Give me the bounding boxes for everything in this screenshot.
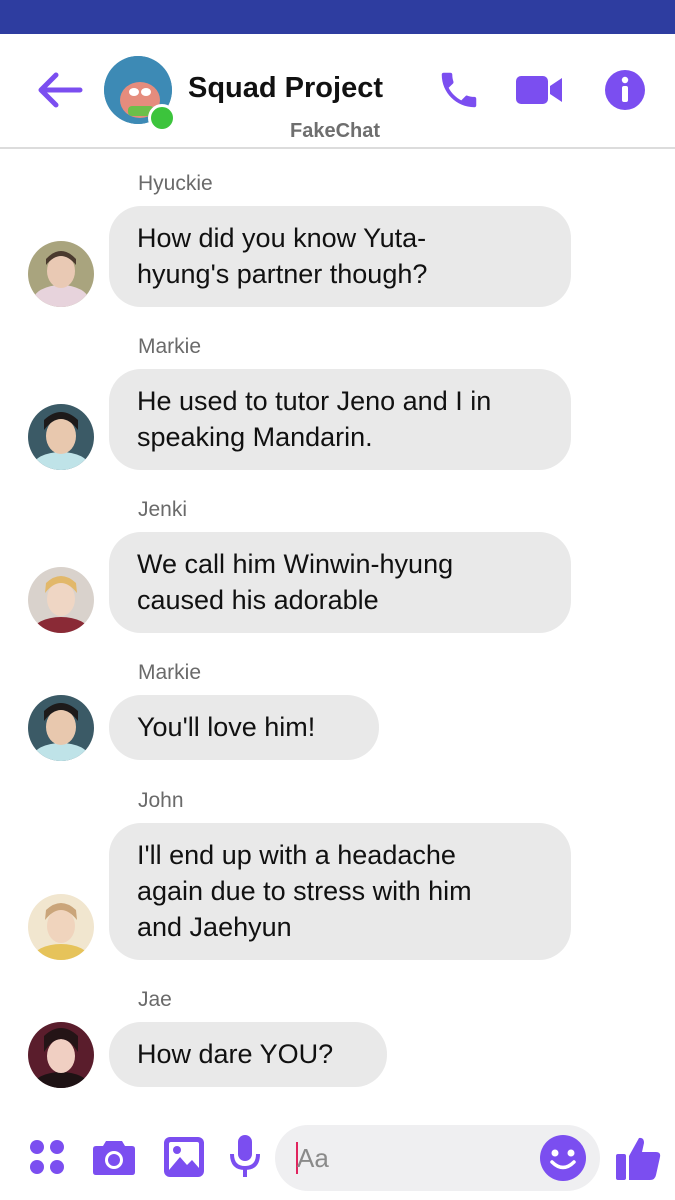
- status-bar: [0, 0, 675, 34]
- image-icon[interactable]: [163, 1136, 205, 1178]
- camera-icon[interactable]: [92, 1138, 136, 1176]
- microphone-icon[interactable]: [229, 1134, 261, 1180]
- online-status-dot: [148, 104, 176, 132]
- sender-name: John: [138, 789, 184, 812]
- chat-title: Squad Project: [188, 72, 383, 104]
- message-bubble[interactable]: I'll end up with a headache again due to…: [109, 823, 571, 960]
- back-arrow-icon[interactable]: [34, 70, 84, 110]
- avatar[interactable]: [28, 404, 94, 470]
- avatar[interactable]: [28, 1022, 94, 1088]
- message-line: We call him Winwin-hyung: [137, 549, 454, 579]
- avatar[interactable]: [28, 241, 94, 307]
- sender-name: Hyuckie: [138, 172, 213, 195]
- video-camera-icon[interactable]: [514, 66, 564, 114]
- message-bubble[interactable]: How dare YOU?: [109, 1022, 387, 1087]
- avatar[interactable]: [28, 567, 94, 633]
- emoji-icon[interactable]: [539, 1134, 587, 1182]
- message-line: How did you know Yuta-: [137, 223, 427, 253]
- message-line: He used to tutor Jeno and I in: [137, 386, 492, 416]
- composer-bar: [0, 1110, 675, 1200]
- avatar-image: [28, 241, 94, 307]
- message-input[interactable]: [297, 1139, 527, 1177]
- avatar-image: [28, 695, 94, 761]
- info-icon[interactable]: [603, 66, 647, 114]
- sender-name: Jae: [138, 988, 172, 1011]
- message-line: I'll end up with a headache: [137, 840, 456, 870]
- message-line: caused his adorable: [137, 585, 379, 615]
- chat-subtitle: FakeChat: [290, 120, 381, 142]
- message-composer[interactable]: [275, 1125, 600, 1191]
- message-line: again due to stress with him: [137, 876, 472, 906]
- message-bubble[interactable]: You'll love him!: [109, 695, 379, 760]
- avatar-image: [28, 404, 94, 470]
- avatar-image: [28, 1022, 94, 1088]
- phone-icon[interactable]: [436, 66, 482, 114]
- sender-name: Jenki: [138, 498, 188, 521]
- thumbs-up-icon[interactable]: [614, 1134, 662, 1182]
- sender-name: Markie: [138, 335, 202, 358]
- chat-header: Squad Project FakeChat: [0, 34, 675, 149]
- message-line: hyung's partner though?: [137, 259, 428, 289]
- avatar-image: [28, 567, 94, 633]
- apps-grid-icon[interactable]: [28, 1138, 66, 1176]
- message-bubble[interactable]: We call him Winwin-hyung caused his ador…: [109, 532, 571, 633]
- avatar[interactable]: [28, 695, 94, 761]
- sender-name: Markie: [138, 661, 202, 684]
- message-line: How dare YOU?: [137, 1039, 334, 1069]
- message-bubble[interactable]: He used to tutor Jeno and I in speaking …: [109, 369, 571, 470]
- message-line: speaking Mandarin.: [137, 422, 373, 452]
- message-line: and Jaehyun: [137, 912, 292, 942]
- avatar-image: [28, 894, 94, 960]
- message-bubble[interactable]: How did you know Yuta- hyung's partner t…: [109, 206, 571, 307]
- message-line: You'll love him!: [137, 712, 316, 742]
- avatar[interactable]: [28, 894, 94, 960]
